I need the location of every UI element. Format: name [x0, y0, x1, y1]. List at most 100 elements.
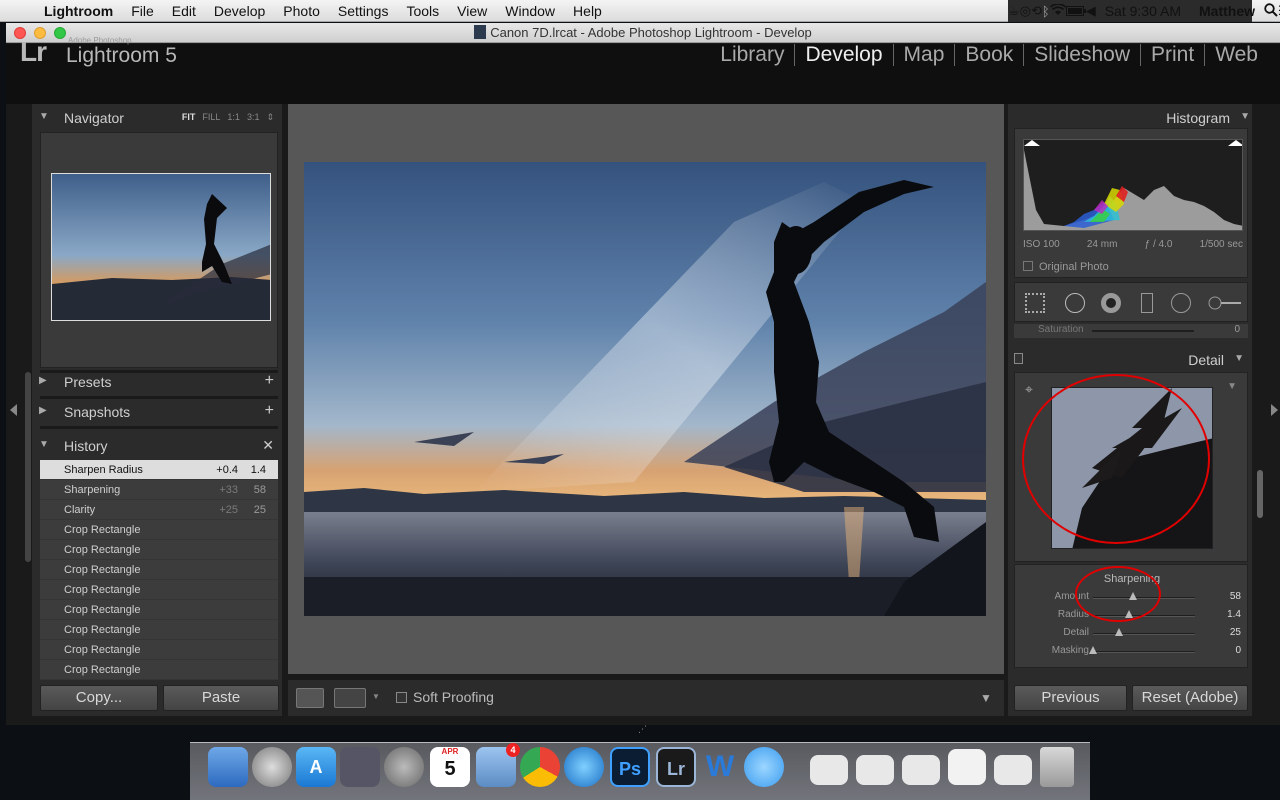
collapse-triangle-icon[interactable]: ▼: [1240, 111, 1250, 122]
zoom-fill[interactable]: FILL: [202, 112, 220, 123]
right-panel-scrollbar[interactable]: [1257, 470, 1263, 518]
left-panel-toggle-icon[interactable]: [10, 404, 17, 416]
masking-slider[interactable]: Masking 0: [1015, 643, 1249, 661]
menu-photo[interactable]: Photo: [274, 3, 329, 19]
minimized-window-icon[interactable]: [810, 755, 848, 785]
radius-value[interactable]: 1.4: [1227, 609, 1241, 620]
bluetooth-icon[interactable]: ᛒ: [1042, 4, 1050, 19]
masking-value[interactable]: 0: [1235, 645, 1241, 656]
module-develop[interactable]: Develop: [794, 44, 892, 66]
menu-file[interactable]: File: [122, 3, 163, 19]
detail-knob[interactable]: [1114, 628, 1123, 636]
user-name[interactable]: Matthew: [1190, 3, 1264, 19]
itunes-icon[interactable]: [564, 747, 604, 787]
zoom-fit[interactable]: FIT: [182, 112, 196, 123]
wifi-icon[interactable]: [1049, 2, 1066, 19]
histogram-header[interactable]: Histogram ▼: [1008, 106, 1258, 130]
panel-switch-icon[interactable]: [1014, 353, 1023, 364]
detail-track[interactable]: [1093, 633, 1195, 635]
toolbar-menu-chevron-icon[interactable]: ▼: [980, 691, 992, 705]
photoshop-icon[interactable]: Ps: [610, 747, 650, 787]
history-item[interactable]: Crop Rectangle: [40, 520, 278, 540]
presets-header[interactable]: ▶ Presets +: [32, 370, 282, 394]
clear-history-icon[interactable]: ✕: [262, 437, 274, 454]
menu-help[interactable]: Help: [564, 3, 611, 19]
creative-cloud-icon[interactable]: ◎: [1020, 3, 1031, 19]
lightroom-icon[interactable]: Lr: [656, 747, 696, 787]
zoom-1-1[interactable]: 1:1: [227, 112, 240, 123]
spotlight-icon[interactable]: [1264, 2, 1278, 20]
collapse-triangle-icon[interactable]: ▼: [39, 111, 49, 122]
messages-icon[interactable]: [744, 747, 784, 787]
resize-grip-icon[interactable]: ⋰: [638, 724, 647, 735]
right-panel-toggle-icon[interactable]: [1271, 404, 1278, 416]
photo-browser-icon[interactable]: [340, 747, 380, 787]
add-preset-icon[interactable]: +: [265, 372, 274, 390]
loupe-view-icon[interactable]: [296, 688, 324, 708]
navigator-preview[interactable]: [40, 132, 278, 368]
previous-button[interactable]: Previous: [1014, 685, 1127, 711]
menu-settings[interactable]: Settings: [329, 3, 398, 19]
trash-icon[interactable]: [1040, 747, 1074, 787]
module-slideshow[interactable]: Slideshow: [1023, 44, 1140, 66]
amount-value[interactable]: 58: [1230, 591, 1241, 602]
history-header[interactable]: ▼ History ✕: [32, 434, 282, 458]
module-book[interactable]: Book: [954, 44, 1023, 66]
cup-icon[interactable]: ☕: [1008, 3, 1020, 19]
spot-removal-icon[interactable]: [1065, 293, 1085, 313]
zoom-3-1[interactable]: 3:1: [247, 112, 260, 123]
history-item[interactable]: Crop Rectangle: [40, 580, 278, 600]
history-item[interactable]: Crop Rectangle: [40, 660, 278, 680]
expand-triangle-icon[interactable]: ▶: [39, 375, 47, 386]
reset-button[interactable]: Reset (Adobe): [1132, 685, 1248, 711]
module-print[interactable]: Print: [1140, 44, 1204, 66]
target-icon[interactable]: ⌖: [1025, 381, 1033, 398]
saturation-track[interactable]: [1092, 330, 1194, 332]
collapse-triangle-icon[interactable]: ▼: [39, 439, 49, 450]
histogram-graph[interactable]: [1023, 139, 1243, 231]
snapshots-header[interactable]: ▶ Snapshots +: [32, 400, 282, 424]
zoom-window-button[interactable]: [54, 27, 66, 39]
chrome-icon[interactable]: [520, 747, 560, 787]
collapse-triangle-icon[interactable]: ▼: [1234, 353, 1244, 364]
minimized-window-icon[interactable]: [902, 755, 940, 785]
soft-proofing-toggle[interactable]: Soft Proofing: [396, 689, 494, 705]
time-machine-icon[interactable]: ⟲: [1031, 3, 1042, 19]
minimized-window-icon[interactable]: [994, 755, 1032, 785]
clock[interactable]: Sat 9:30 AM: [1096, 3, 1190, 19]
copy-button[interactable]: Copy...: [40, 685, 158, 711]
minimized-window-icon[interactable]: [948, 749, 986, 785]
battery-icon[interactable]: [1065, 4, 1086, 19]
menu-view[interactable]: View: [448, 3, 496, 19]
adjustment-brush-icon[interactable]: [1207, 293, 1243, 313]
zoom-stepper-icon[interactable]: ⇕: [266, 112, 274, 123]
history-item[interactable]: Crop Rectangle: [40, 600, 278, 620]
history-item[interactable]: Sharpen Radius +0.4 1.4: [40, 460, 278, 480]
menu-window[interactable]: Window: [496, 3, 564, 19]
calendar-icon[interactable]: APR 5: [430, 747, 470, 787]
navigator-thumbnail[interactable]: [51, 173, 271, 321]
masking-track[interactable]: [1093, 651, 1195, 653]
expand-triangle-icon[interactable]: ▶: [39, 405, 47, 416]
history-item[interactable]: Crop Rectangle: [40, 620, 278, 640]
minimized-window-icon[interactable]: [856, 755, 894, 785]
graduated-filter-icon[interactable]: [1141, 293, 1153, 313]
history-item[interactable]: Crop Rectangle: [40, 560, 278, 580]
crop-overlay-icon[interactable]: [1025, 293, 1045, 313]
menu-develop[interactable]: Develop: [205, 3, 274, 19]
view-options-chevron-icon[interactable]: ▼: [372, 692, 380, 701]
system-preferences-icon[interactable]: [384, 747, 424, 787]
masking-knob[interactable]: [1089, 646, 1097, 654]
detail-header[interactable]: Detail ▼: [1008, 348, 1252, 372]
menu-app[interactable]: Lightroom: [38, 3, 122, 19]
left-panel-scrollbar[interactable]: [25, 372, 31, 562]
module-library[interactable]: Library: [710, 44, 794, 66]
history-item[interactable]: Crop Rectangle: [40, 540, 278, 560]
detail-slider[interactable]: Detail 25: [1015, 625, 1249, 643]
radial-filter-icon[interactable]: [1171, 293, 1191, 313]
history-item[interactable]: Clarity +25 25: [40, 500, 278, 520]
mail-icon[interactable]: 4: [476, 743, 520, 787]
original-photo-toggle[interactable]: Original Photo: [1023, 261, 1109, 273]
module-map[interactable]: Map: [892, 44, 955, 66]
finder-icon[interactable]: [208, 747, 248, 787]
